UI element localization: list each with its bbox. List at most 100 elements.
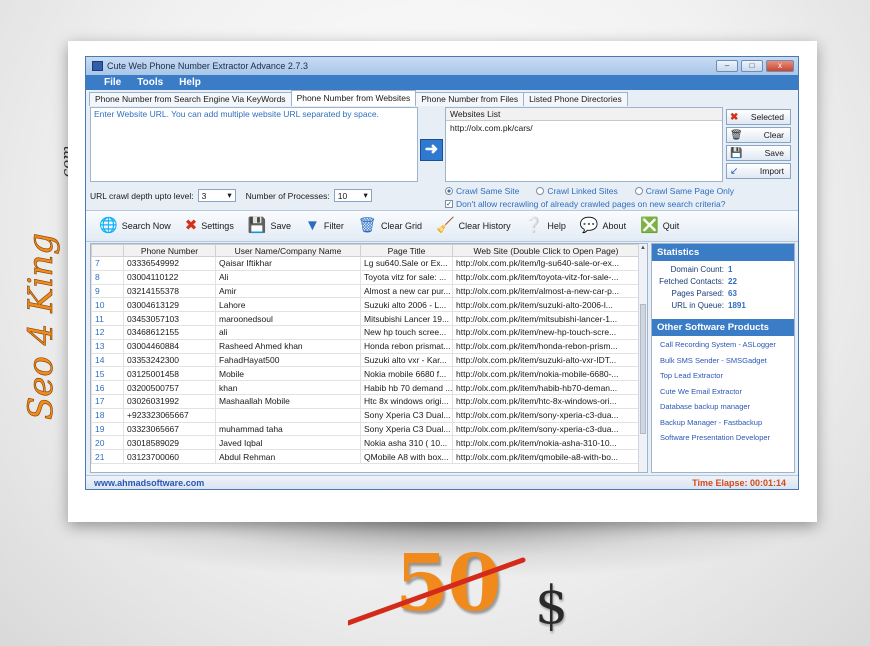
about-button[interactable]: 💬 About — [573, 213, 633, 239]
delete-selected-button[interactable]: ✖ Selected — [726, 109, 791, 125]
table-row[interactable]: 21 03123700060 Abdul Rehman QMobile A8 with… — [91, 449, 640, 464]
grid-scrollbar[interactable]: ▲ — [638, 244, 647, 472]
website-cell[interactable]: http://olx.com.pk/item/toyota-vitz-for-s… — [452, 269, 640, 285]
row-index: 7 — [91, 256, 124, 271]
menu-file[interactable]: File — [104, 77, 121, 88]
website-cell[interactable]: http://olx.com.pk/item/lg-su640-sale-or-… — [452, 256, 640, 271]
table-row[interactable]: 8 03004110122 Ali Toyota vitz for sale: ...… — [91, 269, 640, 285]
save-icon: 💾 — [730, 147, 743, 159]
table-row[interactable]: 7 03336549992 Qaisar Iftikhar Lg su640.Sale… — [91, 256, 640, 271]
website-cell[interactable]: http://olx.com.pk/item/suzuki-alto-vxr-I… — [452, 352, 640, 368]
close-window-icon[interactable]: x — [766, 60, 794, 72]
clear-grid-button[interactable]: 🗑 Clear Grid — [351, 213, 429, 239]
app-window: Cute Web Phone Number Extractor Advance … — [85, 56, 799, 490]
websites-list[interactable]: Websites List http://olx.com.pk/cars/ — [445, 107, 723, 182]
table-row[interactable]: 12 03468612155 ali New hp touch scree... htt… — [91, 324, 640, 340]
radio-crawl-same-site[interactable] — [445, 186, 453, 195]
list-item[interactable]: http://olx.com.pk/cars/ — [446, 121, 722, 135]
col-website[interactable]: Web Site (Double Click to Open Page) — [452, 244, 640, 257]
product-link[interactable]: Backup Manager - Fastbackup — [660, 418, 794, 434]
phone-cell: 03353242300 — [123, 352, 216, 368]
product-link[interactable]: Database backup manager — [660, 402, 794, 418]
clear-list-button[interactable]: 🗑 Clear — [726, 127, 791, 143]
website-cell[interactable]: http://olx.com.pk/item/habib-hb70-deman.… — [452, 380, 640, 395]
settings-button[interactable]: ✖ Settings — [178, 213, 241, 239]
col-index[interactable] — [91, 244, 124, 257]
website-cell[interactable]: http://olx.com.pk/item/honda-rebon-prism… — [452, 338, 640, 354]
quit-button[interactable]: ❎ Quit — [633, 213, 686, 239]
table-row[interactable]: 18 +923323065667 Sony Xperia C3 Dual... htt… — [91, 407, 640, 423]
save-list-button[interactable]: 💾 Save — [726, 145, 791, 161]
product-link[interactable]: Bulk SMS Sender - SMSGadget — [660, 356, 794, 372]
scroll-thumb[interactable] — [640, 304, 646, 434]
url-input[interactable]: Enter Website URL. You can add multiple … — [90, 107, 418, 182]
tab-directories[interactable]: Listed Phone Directories — [523, 92, 628, 106]
table-row[interactable]: 9 03214155378 Amir Almost a new car pur... h… — [91, 283, 640, 299]
no-recrawl-checkbox[interactable]: ✓ — [445, 199, 453, 208]
website-cell[interactable]: http://olx.com.pk/item/nokia-asha-310-10… — [452, 435, 640, 451]
status-time-elapsed: Time Elapse: 00:01:14 — [692, 478, 786, 488]
website-cell[interactable]: http://olx.com.pk/item/almost-a-new-car-… — [452, 283, 640, 299]
website-cell[interactable]: http://olx.com.pk/item/mitsubishi-lancer… — [452, 311, 640, 326]
menu-help[interactable]: Help — [179, 77, 201, 88]
price-currency: $ — [535, 576, 569, 636]
results-grid[interactable]: Phone Number User Name/Company Name Page… — [90, 243, 648, 473]
table-row[interactable]: 20 03018589029 Javed Iqbal Nokia asha 310 (… — [91, 435, 640, 451]
menu-tools[interactable]: Tools — [137, 77, 163, 88]
save-button[interactable]: 💾 Save — [241, 213, 298, 239]
website-cell[interactable]: http://olx.com.pk/item/sony-xperia-c3-du… — [452, 421, 640, 437]
filter-button[interactable]: ▼ Filter — [298, 213, 351, 239]
table-row[interactable]: 17 03026031992 Mashaallah Mobile Htc 8x win… — [91, 393, 640, 409]
stat-url-queue: URL in Queue: 1891 — [671, 301, 746, 310]
radio-crawl-same-page[interactable] — [634, 186, 643, 195]
row-index: 11 — [91, 311, 124, 326]
table-row[interactable]: 15 03125001458 Mobile Nokia mobile 6680 f..… — [91, 366, 640, 382]
col-name[interactable]: User Name/Company Name — [215, 244, 361, 257]
product-link[interactable]: Call Recording System - ASLogger — [660, 340, 794, 356]
maximize-icon[interactable]: □ — [741, 60, 763, 72]
tab-files[interactable]: Phone Number from Files — [415, 92, 525, 106]
name-cell: Mashaallah Mobile — [215, 393, 361, 409]
table-row[interactable]: 10 03004613129 Lahore Suzuki alto 2006 - L.… — [91, 297, 640, 313]
title-cell: Nokia asha 310 ( 10... — [360, 435, 453, 451]
crawl-depth-select[interactable]: 3 ▾ — [197, 189, 236, 202]
row-index: 19 — [91, 421, 124, 437]
status-website-link[interactable]: www.ahmadsoftware.com — [94, 478, 204, 488]
chevron-down-icon: ▾ — [227, 190, 232, 200]
col-phone[interactable]: Phone Number — [123, 244, 216, 257]
website-cell[interactable]: http://olx.com.pk/item/htc-8x-windows-or… — [452, 393, 640, 409]
name-cell: Abdul Rehman — [215, 449, 361, 464]
table-row[interactable]: 14 03353242300 FahadHayat500 Suzuki alto vx… — [91, 352, 640, 368]
search-now-button[interactable]: 🌐 Search Now — [92, 213, 178, 239]
table-row[interactable]: 11 03453057103 maroonedsoul Mitsubishi Lanc… — [91, 311, 640, 326]
processes-select[interactable]: 10 ▾ — [333, 189, 372, 202]
phone-cell: 03453057103 — [123, 311, 216, 326]
website-cell[interactable]: http://olx.com.pk/item/qmobile-a8-with-b… — [452, 449, 640, 464]
title-cell: Suzuki alto vxr - Kar... — [360, 352, 453, 368]
table-row[interactable]: 13 03004460884 Rasheed Ahmed khan Honda reb… — [91, 338, 640, 354]
table-row[interactable]: 16 03200500757 khan Habib hb 70 demand ... h… — [91, 380, 640, 395]
product-link[interactable]: Top Lead Extractor — [660, 371, 794, 387]
product-link[interactable]: Software Presentation Developer — [660, 433, 794, 449]
website-cell[interactable]: http://olx.com.pk/item/sony-xperia-c3-du… — [452, 407, 640, 423]
crawl-options: URL crawl depth upto level: 3 ▾ Number o… — [90, 189, 372, 202]
phone-cell: 03336549992 — [123, 256, 216, 271]
title-cell: Sony Xperia C3 Dual... — [360, 421, 453, 437]
scroll-up-icon[interactable]: ▲ — [640, 245, 646, 251]
help-button[interactable]: ❔ Help — [518, 213, 573, 239]
no-recrawl-label: Don't allow recrawling of already crawle… — [456, 198, 726, 209]
product-link[interactable]: Cute We Email Extractor — [660, 387, 794, 403]
minimize-icon[interactable]: – — [716, 60, 738, 72]
clear-history-button[interactable]: 🧹 Clear History — [429, 213, 518, 239]
website-cell[interactable]: http://olx.com.pk/item/suzuki-alto-2006-… — [452, 297, 640, 313]
table-row[interactable]: 19 03323065667 muhammad taha Sony Xperia C3… — [91, 421, 640, 437]
website-cell[interactable]: http://olx.com.pk/item/nokia-mobile-6680… — [452, 366, 640, 382]
radio-crawl-linked-sites[interactable] — [536, 186, 545, 195]
add-url-button[interactable]: ➜ — [420, 139, 443, 161]
tab-websites[interactable]: Phone Number from Websites — [290, 90, 417, 106]
import-list-button[interactable]: ↙ Import — [726, 163, 791, 179]
col-title[interactable]: Page Title — [360, 244, 453, 257]
tab-search-engine[interactable]: Phone Number from Search Engine Via KeyW… — [89, 92, 292, 106]
name-cell: maroonedsoul — [215, 311, 361, 326]
website-cell[interactable]: http://olx.com.pk/item/new-hp-touch-scre… — [452, 324, 640, 340]
